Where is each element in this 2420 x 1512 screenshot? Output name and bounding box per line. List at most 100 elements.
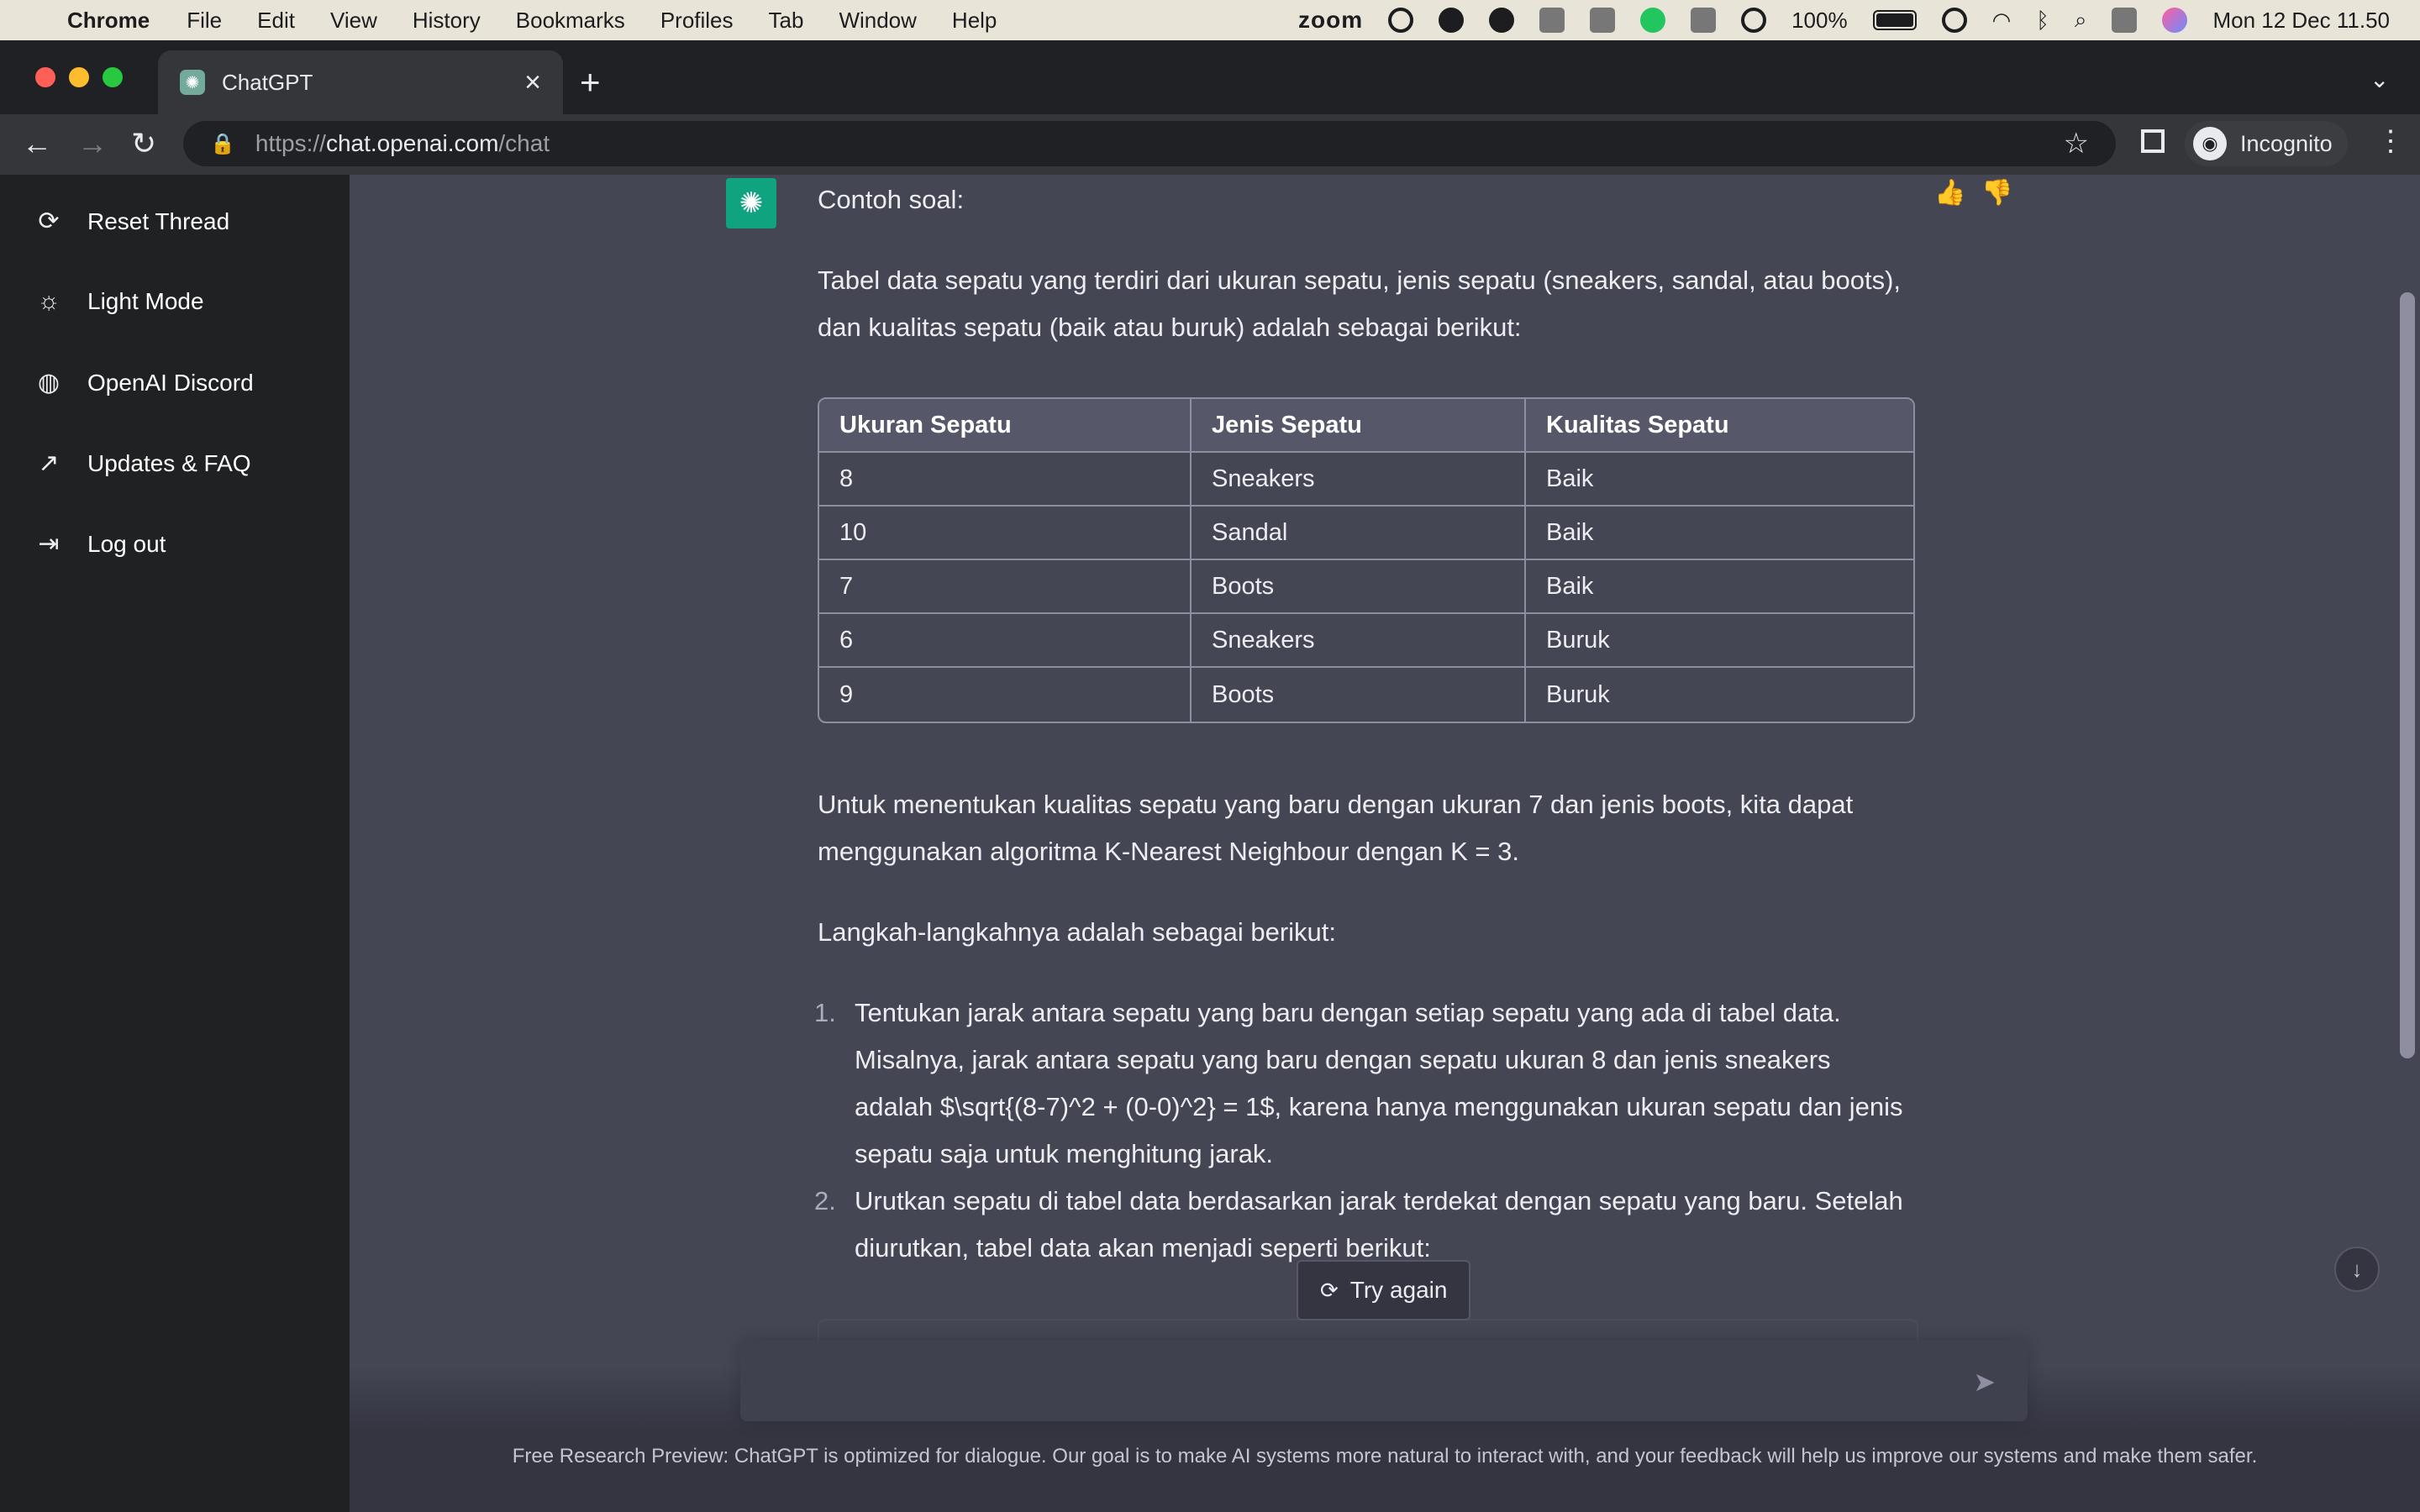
- browser-menu-icon[interactable]: ⋮: [2376, 124, 2405, 158]
- screen-mirror-icon[interactable]: [1691, 8, 1717, 33]
- table-cell: Boots: [1192, 560, 1526, 614]
- menubar-app-name[interactable]: Chrome: [67, 8, 150, 34]
- list-item-text: Urutkan sepatu di tabel data berdasarkan…: [855, 1186, 1903, 1263]
- menubar-item-window[interactable]: Window: [839, 8, 916, 34]
- arrow-down-icon: ↓: [2351, 1256, 2363, 1282]
- address-bar[interactable]: 🔒 https://chat.openai.com/chat ☆: [183, 121, 2116, 166]
- incognito-profile-button[interactable]: ◉ Incognito: [2185, 121, 2348, 166]
- sidebar-item-openai-discord[interactable]: ◍ OpenAI Discord: [32, 368, 254, 397]
- external-link-icon: ↗: [38, 449, 60, 477]
- control-center-icon[interactable]: [2112, 8, 2138, 33]
- message-paragraph-knn: Untuk menentukan kualitas sepatu yang ba…: [818, 790, 1854, 866]
- menubar-item-help[interactable]: Help: [952, 8, 997, 34]
- send-icon[interactable]: ➤: [1973, 1366, 1996, 1398]
- column-header-quality: Kualitas Sepatu: [1526, 399, 1913, 453]
- table-cell: 7: [819, 560, 1192, 614]
- menubar-item-profiles[interactable]: Profiles: [660, 8, 734, 34]
- bookmark-star-icon[interactable]: ☆: [2064, 127, 2089, 160]
- status-ring-icon[interactable]: [1388, 8, 1414, 33]
- zoom-status-item[interactable]: zoom: [1298, 7, 1363, 34]
- drive-icon[interactable]: [1539, 8, 1565, 33]
- spotlight-search-icon[interactable]: ⌕: [2075, 7, 2087, 34]
- conversation-area: ✺ Contoh soal: 👍 👎 Tabel data sepatu yan…: [350, 175, 2420, 1512]
- message-intro: Tabel data sepatu yang terdiri dari ukur…: [818, 265, 1902, 342]
- line-app-icon[interactable]: [1640, 8, 1666, 33]
- window-icon[interactable]: [1590, 8, 1616, 33]
- logout-icon: ⇥: [38, 530, 60, 558]
- side-panel-icon[interactable]: [2141, 129, 2165, 153]
- menubar-item-history[interactable]: History: [413, 8, 481, 34]
- table-cell: 6: [819, 614, 1192, 668]
- bluetooth-icon[interactable]: ᛒ: [2036, 8, 2049, 34]
- window-close-button[interactable]: [35, 67, 55, 87]
- list-number: 1.: [814, 998, 836, 1027]
- sidebar-item-label: Log out: [87, 530, 166, 557]
- table-cell: Sneakers: [1192, 453, 1526, 507]
- siri-icon[interactable]: [2162, 8, 2188, 33]
- tab-search-chevron-icon[interactable]: ⌄: [2370, 66, 2389, 93]
- menubar-item-file[interactable]: File: [187, 8, 222, 34]
- sidebar-item-reset-thread[interactable]: ⟳ Reset Thread: [32, 207, 229, 236]
- url-path: /chat: [498, 130, 550, 156]
- tab-title: ChatGPT: [222, 69, 313, 95]
- thumbs-down-icon[interactable]: 👎: [1981, 178, 2012, 207]
- table-row: 6 Sneakers Buruk: [819, 614, 1913, 668]
- table-header-row: Ukuran Sepatu Jenis Sepatu Kualitas Sepa…: [819, 399, 1913, 453]
- menubar-item-bookmarks[interactable]: Bookmarks: [516, 8, 625, 34]
- forward-arrow-icon[interactable]: →: [77, 126, 108, 161]
- column-header-size: Ukuran Sepatu: [819, 399, 1192, 453]
- sidebar-item-log-out[interactable]: ⇥ Log out: [32, 529, 166, 559]
- table-cell: Baik: [1526, 507, 1913, 560]
- browser-tab-chatgpt[interactable]: ✺ ChatGPT ×: [158, 50, 563, 114]
- sidebar-item-label: OpenAI Discord: [87, 369, 254, 396]
- back-arrow-icon[interactable]: ←: [22, 126, 52, 161]
- incognito-icon: ◉: [2193, 127, 2227, 160]
- message-input-box[interactable]: ➤: [740, 1341, 2028, 1421]
- menubar-item-edit[interactable]: Edit: [257, 8, 295, 34]
- scrollbar-thumb[interactable]: [2400, 292, 2415, 1058]
- sidebar-item-updates-faq[interactable]: ↗ Updates & FAQ: [32, 449, 250, 478]
- message-input[interactable]: [764, 1361, 1960, 1404]
- lock-icon[interactable]: 🔒: [210, 132, 235, 156]
- sidebar-item-label: Light Mode: [87, 288, 204, 314]
- pen-tool-icon[interactable]: [1489, 8, 1515, 33]
- sidebar-item-light-mode[interactable]: ☼ Light Mode: [32, 287, 204, 316]
- table-cell: Baik: [1526, 453, 1913, 507]
- table-row: 7 Boots Baik: [819, 560, 1913, 614]
- chatgpt-avatar-icon: ✺: [726, 178, 776, 228]
- table-cell: Sandal: [1192, 507, 1526, 560]
- table-cell: 8: [819, 453, 1192, 507]
- try-again-button[interactable]: ⟳ Try again: [1297, 1260, 1471, 1320]
- thumbs-up-icon[interactable]: 👍: [1934, 178, 1965, 207]
- chat-sidebar: ⟳ Reset Thread ☼ Light Mode ◍ OpenAI Dis…: [0, 175, 350, 1512]
- table-row: 8 Sneakers Baik: [819, 453, 1913, 507]
- table-cell: Boots: [1192, 668, 1526, 722]
- menubar-status-area: zoom 100% ◠ ᛒ ⌕ Mon 12 Dec 11.50: [1298, 7, 2390, 34]
- incognito-label: Incognito: [2240, 130, 2333, 156]
- new-tab-button[interactable]: +: [580, 62, 601, 102]
- list-number: 2.: [814, 1186, 836, 1215]
- menubar-clock[interactable]: Mon 12 Dec 11.50: [2212, 8, 2390, 34]
- play-icon[interactable]: [1741, 8, 1767, 33]
- footer-disclaimer: Free Research Preview: ChatGPT is optimi…: [512, 1445, 2258, 1467]
- message-paragraph-steps-intro: Langkah-langkahnya adalah sebagai beriku…: [818, 917, 1337, 947]
- try-again-label: Try again: [1349, 1277, 1448, 1303]
- window-zoom-button[interactable]: [103, 67, 123, 87]
- table-cell: Baik: [1526, 560, 1913, 614]
- message-heading: Contoh soal:: [818, 185, 965, 214]
- user-account-icon[interactable]: [1941, 8, 1967, 33]
- cloud-sync-icon[interactable]: [1439, 8, 1465, 33]
- table-cell: 10: [819, 507, 1192, 560]
- menubar-item-tab[interactable]: Tab: [769, 8, 804, 34]
- table-cell: 9: [819, 668, 1192, 722]
- menubar-item-view[interactable]: View: [330, 8, 377, 34]
- battery-percentage: 100%: [1791, 7, 1848, 33]
- battery-icon[interactable]: [1872, 10, 1917, 30]
- wifi-icon[interactable]: ◠: [1992, 8, 2012, 34]
- scroll-to-bottom-button[interactable]: ↓: [2334, 1247, 2380, 1292]
- window-minimize-button[interactable]: [69, 67, 89, 87]
- table-cell: Sneakers: [1192, 614, 1526, 668]
- sidebar-item-label: Reset Thread: [87, 207, 230, 234]
- reload-icon[interactable]: ↻: [131, 126, 156, 161]
- tab-close-icon[interactable]: ×: [524, 66, 541, 99]
